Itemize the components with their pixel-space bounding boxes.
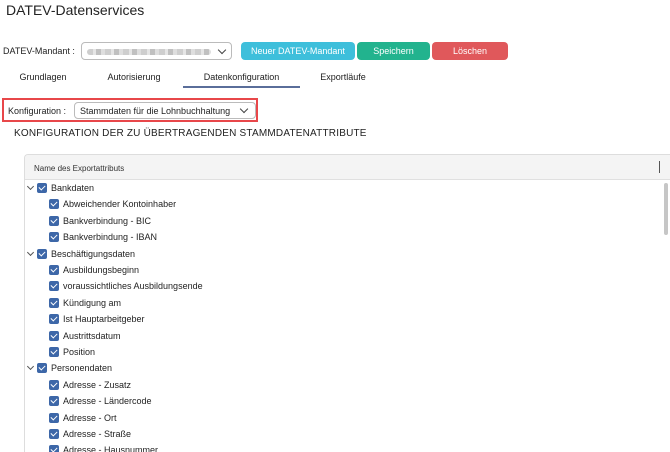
tree-item-row: Ist Hauptarbeitgeber [25,312,625,328]
attribute-checkbox[interactable] [49,215,59,226]
tree-item-row: Adresse - Ländercode [25,394,625,410]
attribute-checkbox[interactable] [49,445,59,452]
tree-item-row: Adresse - Straße [25,427,625,443]
attribute-checkbox[interactable] [49,412,59,423]
mandant-row: DATEV-Mandant : Neuer DATEV-Mandant Spei… [0,42,670,60]
chevron-down-icon [217,45,227,55]
attribute-label: Adresse - Straße [63,429,132,439]
tree-group-row: Personendaten [25,361,625,377]
tree-item-row: Abweichender Kontoinhaber [25,197,625,213]
konfiguration-value: Stammdaten für die Lohnbuchhaltung [80,106,231,116]
tree-item-row: voraussichtliches Ausbildungsende [25,279,625,295]
attribute-table: Name des Exportattributs Bankdaten Abweic… [24,154,670,452]
tree-item-row: Adresse - Zusatz [25,378,625,394]
chevron-down-icon[interactable] [26,182,35,191]
group-checkbox[interactable] [37,363,47,374]
attribute-label: Abweichender Kontoinhaber [63,199,177,210]
tree-group-row: Beschäftigungsdaten [25,247,625,263]
tree-group-row: Bankdaten [25,181,625,197]
tab-autorisierung[interactable]: Autorisierung [96,68,172,88]
attribute-checkbox[interactable] [49,265,59,275]
attribute-label: Austrittsdatum [63,330,121,341]
attribute-label: voraussichtliches Ausbildungsende [63,281,203,292]
scrollbar[interactable] [663,181,669,451]
attribute-checkbox[interactable] [49,429,59,439]
delete-button[interactable]: Löschen [432,42,508,60]
attribute-checkbox[interactable] [49,199,59,210]
attribute-label: Bankverbindung - BIC [63,215,152,226]
group-label: Personendaten [51,363,113,374]
tree-item-row: Ausbildungsbeginn [25,263,625,279]
attribute-label: Ist Hauptarbeitgeber [63,314,145,325]
column-header-name: Name des Exportattributs [34,164,125,173]
attribute-checkbox[interactable] [49,396,59,407]
attribute-label: Ausbildungsbeginn [63,265,140,275]
tree-item-row: Adresse - Hausnummer [25,443,625,452]
save-button[interactable]: Speichern [357,42,430,60]
konfiguration-highlight: Konfiguration : Stammdaten für die Lohnb… [2,98,258,122]
konfiguration-select[interactable]: Stammdaten für die Lohnbuchhaltung [74,102,256,119]
attribute-label: Position [63,347,96,357]
tab-bar: Grundlagen Autorisierung Datenkonfigurat… [0,68,670,90]
table-header: Name des Exportattributs [25,155,670,180]
chevron-down-icon[interactable] [26,248,35,256]
tree-item-row: Bankverbindung - BIC [25,214,625,230]
mandant-value-redacted [87,49,211,55]
tree-item-row: Adresse - Ort [25,411,625,427]
attribute-checkbox[interactable] [49,330,59,341]
tree-item-row: Bankverbindung - IBAN [25,230,625,246]
tab-exportlaeufe[interactable]: Exportläufe [307,68,379,88]
attribute-label: Adresse - Zusatz [63,379,132,390]
section-title: KONFIGURATION DER ZU ÜBERTRAGENDEN STAMM… [14,128,367,139]
attribute-checkbox[interactable] [49,297,59,308]
new-mandant-button[interactable]: Neuer DATEV-Mandant [241,42,355,60]
attribute-checkbox[interactable] [49,232,59,243]
group-label: Bankdaten [51,183,95,193]
tree-item-row: Position [25,345,625,361]
mandant-label: DATEV-Mandant : [3,46,75,56]
attribute-checkbox[interactable] [49,379,59,390]
column-resize-handle[interactable] [659,161,660,173]
konfiguration-label: Konfiguration : [8,106,67,116]
attribute-label: Adresse - Hausnummer [63,445,159,452]
tree-item-row: Kündigung am [25,296,625,312]
group-checkbox[interactable] [37,183,47,193]
chevron-down-icon[interactable] [26,363,35,371]
attribute-label: Adresse - Ort [63,412,117,423]
tab-grundlagen[interactable]: Grundlagen [10,68,76,88]
tree-item-row: Austrittsdatum [25,329,625,345]
group-label: Beschäftigungsdaten [51,248,136,259]
attribute-label: Adresse - Ländercode [63,396,152,407]
attribute-checkbox[interactable] [49,347,59,357]
app-title: DATEV-Datenservices [6,2,145,18]
tab-datenkonfiguration[interactable]: Datenkonfiguration [183,68,300,88]
attribute-label: Bankverbindung - IBAN [63,232,158,243]
attribute-label: Kündigung am [63,297,122,308]
chevron-down-icon [239,104,249,114]
mandant-select[interactable] [81,42,232,60]
group-checkbox[interactable] [37,248,47,259]
attribute-checkbox[interactable] [49,314,59,325]
scrollbar-thumb[interactable] [664,183,668,235]
attribute-checkbox[interactable] [49,281,59,292]
